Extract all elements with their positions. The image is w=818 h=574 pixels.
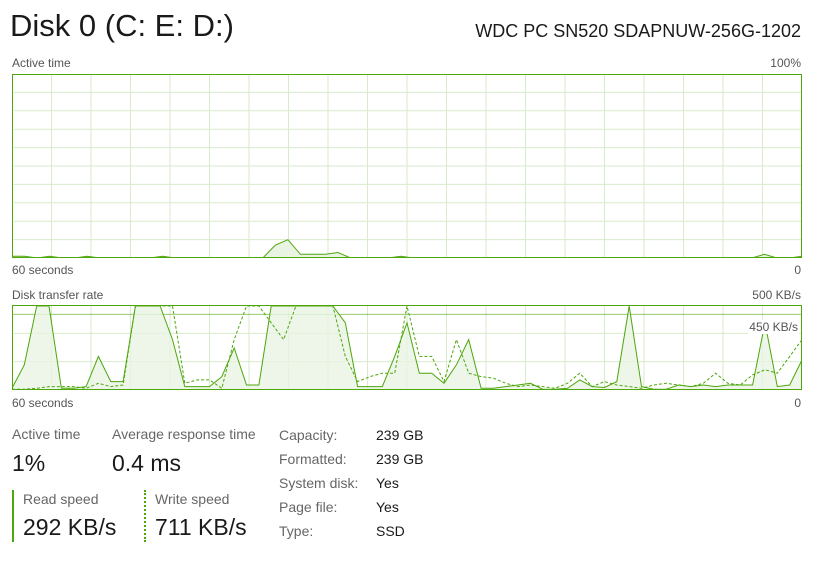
write-speed-value: 711 KB/s xyxy=(155,514,247,540)
disk-model: WDC PC SN520 SDAPNUW-256G-1202 xyxy=(475,21,801,41)
capacity-value: 239 GB xyxy=(376,427,424,443)
active-time-min-label: 0 xyxy=(794,263,801,277)
type-value: SSD xyxy=(376,523,405,539)
transfer-secondary-label: 450 KB/s xyxy=(748,320,799,334)
write-speed-label: Write speed xyxy=(155,491,230,507)
system-disk-value: Yes xyxy=(376,475,399,491)
read-speed-label: Read speed xyxy=(23,491,99,507)
page-file-value: Yes xyxy=(376,499,399,515)
type-label: Type: xyxy=(279,523,314,539)
active-time-graph xyxy=(12,74,802,258)
formatted-label: Formatted: xyxy=(279,451,347,467)
disk-title: Disk 0 (C: E: D:) xyxy=(10,8,234,43)
transfer-seconds-label: 60 seconds xyxy=(12,396,74,410)
transfer-min-label: 0 xyxy=(794,396,801,410)
avg-response-stat-value: 0.4 ms xyxy=(112,450,182,476)
system-disk-label: System disk: xyxy=(279,475,359,491)
active-time-stat-label: Active time xyxy=(12,426,81,442)
active-time-graph-label: Active time xyxy=(12,56,71,70)
write-speed-indicator xyxy=(144,490,146,542)
read-speed-indicator xyxy=(12,490,14,542)
transfer-rate-graph xyxy=(12,305,802,390)
capacity-label: Capacity: xyxy=(279,427,338,443)
active-time-stat-value: 1% xyxy=(12,450,46,476)
transfer-max-label: 500 KB/s xyxy=(752,288,801,302)
active-time-seconds-label: 60 seconds xyxy=(12,263,74,277)
transfer-graph-label: Disk transfer rate xyxy=(12,288,104,302)
avg-response-stat-label: Average response time xyxy=(112,426,256,442)
formatted-value: 239 GB xyxy=(376,451,424,467)
read-speed-value: 292 KB/s xyxy=(23,514,117,540)
active-time-max-label: 100% xyxy=(770,56,801,70)
page-file-label: Page file: xyxy=(279,499,338,515)
